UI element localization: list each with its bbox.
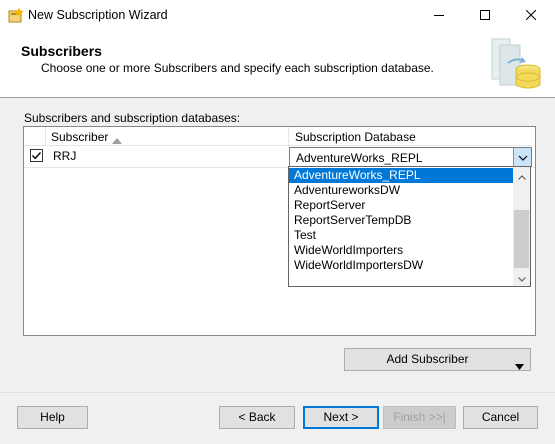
next-button[interactable]: Next > (303, 406, 379, 429)
sort-ascending-icon (112, 133, 122, 147)
column-header-subscription-database[interactable]: Subscription Database (295, 130, 416, 144)
dropdown-scrollbar[interactable] (513, 167, 530, 286)
scroll-down-button[interactable] (513, 269, 530, 286)
database-icon (486, 35, 546, 95)
finish-button[interactable]: Finish >>| (383, 406, 456, 429)
dropdown-option[interactable]: AdventureworksDW (289, 183, 513, 198)
grid-header: Subscriber Subscription Database (24, 127, 535, 146)
chevron-down-icon (517, 271, 526, 285)
table-row[interactable]: RRJ AdventureWorks_REPL (24, 146, 535, 168)
dropdown-arrow-icon[interactable] (515, 356, 524, 377)
page-title: Subscribers (21, 43, 102, 59)
footer-divider (0, 392, 555, 393)
help-button[interactable]: Help (17, 406, 88, 429)
column-separator (45, 127, 46, 146)
maximize-icon (480, 9, 490, 23)
chevron-down-icon (518, 150, 528, 164)
subscriber-name: RRJ (53, 149, 77, 163)
close-button[interactable] (508, 0, 554, 31)
dropdown-option[interactable]: ReportServer (289, 198, 513, 213)
dropdown-option[interactable]: Test (289, 228, 513, 243)
subscriber-checkbox[interactable] (30, 149, 43, 162)
subscription-database-select[interactable]: AdventureWorks_REPL (289, 147, 532, 167)
selected-database: AdventureWorks_REPL (296, 151, 423, 165)
column-header-subscriber[interactable]: Subscriber (51, 130, 108, 144)
scroll-up-button[interactable] (513, 167, 530, 184)
page-subtitle: Choose one or more Subscribers and speci… (41, 61, 434, 75)
close-icon (525, 9, 537, 23)
minimize-button[interactable] (416, 0, 462, 31)
wizard-app-icon (8, 7, 24, 23)
back-button[interactable]: < Back (219, 406, 295, 429)
cancel-button[interactable]: Cancel (463, 406, 538, 429)
window-title: New Subscription Wizard (28, 8, 168, 22)
column-separator (288, 127, 289, 146)
dropdown-toggle[interactable] (513, 148, 531, 166)
grid-label: Subscribers and subscription databases: (24, 111, 241, 125)
dropdown-option[interactable]: ReportServerTempDB (289, 213, 513, 228)
scrollbar-thumb[interactable] (514, 210, 529, 268)
title-bar: New Subscription Wizard (0, 0, 555, 31)
dropdown-option[interactable]: WideWorldImportersDW (289, 258, 513, 273)
dropdown-option[interactable]: WideWorldImporters (289, 243, 513, 258)
wizard-header: Subscribers Choose one or more Subscribe… (0, 31, 555, 98)
dropdown-option[interactable]: AdventureWorks_REPL (289, 168, 513, 183)
chevron-up-icon (517, 169, 526, 183)
add-subscriber-button[interactable]: Add Subscriber (344, 348, 531, 371)
maximize-button[interactable] (462, 0, 508, 31)
database-dropdown-list[interactable]: AdventureWorks_REPL AdventureworksDW Rep… (288, 166, 531, 287)
minimize-icon (434, 9, 444, 23)
add-subscriber-label: Add Subscriber (386, 352, 469, 366)
